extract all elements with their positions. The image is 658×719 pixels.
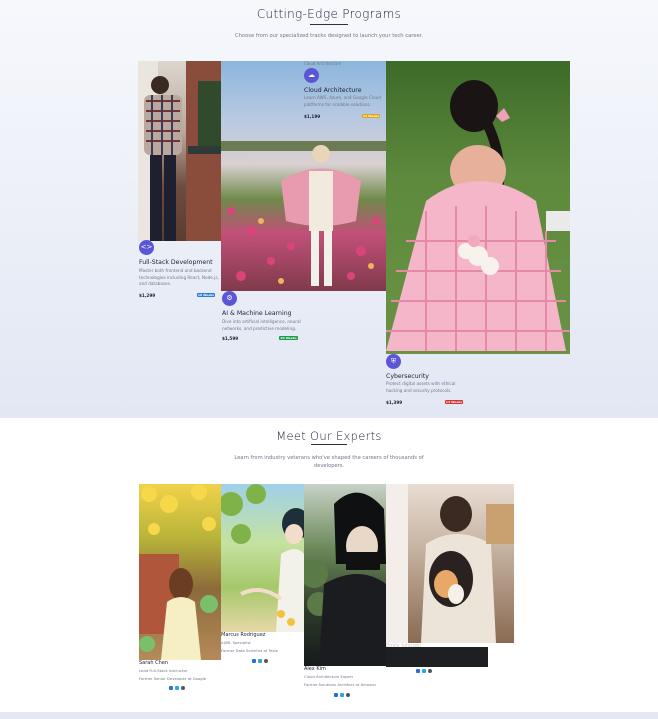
fullstack-course-image	[138, 61, 221, 241]
anime-character-illustration	[221, 484, 304, 632]
expert-role-sarah: Lead Full-Stack Instructor	[139, 668, 188, 673]
expert-name-alex: Alex Kim	[304, 666, 326, 672]
cloud-course-image-alt: Cloud Architecture	[304, 61, 342, 66]
expert-role-alex: Cloud Architecture Expert	[304, 674, 353, 679]
expert-role-marcus: AI/ML Specialist	[221, 640, 251, 645]
github-icon[interactable]	[346, 693, 350, 697]
linkedin-icon[interactable]	[169, 686, 173, 690]
programs-subtitle: Choose from our specialized tracks desig…	[235, 33, 423, 39]
course-desc-cyber: Protect digital assets with ethical hack…	[386, 381, 456, 393]
course-desc-cloud: Learn AWS, Azure, and Google Cloud platf…	[304, 95, 381, 107]
expert-photo-alex	[304, 484, 386, 666]
course-price-cyber: $1,399	[386, 400, 403, 405]
footer-strip	[0, 712, 658, 719]
duration-badge-fullstack: 16 Weeks	[197, 293, 215, 297]
course-title-fullstack: Full-Stack Development	[139, 259, 213, 266]
twitter-icon[interactable]	[258, 659, 262, 663]
developer-photo-illustration	[138, 61, 221, 241]
linkedin-icon[interactable]	[252, 659, 256, 663]
course-title-ai: AI & Machine Learning	[222, 310, 292, 317]
expert-photo-sarah	[139, 484, 221, 660]
cyber-course-image	[386, 61, 570, 354]
experts-title: Meet Our Experts	[276, 429, 382, 443]
course-title-cloud: Cloud Architecture	[304, 87, 362, 94]
experts-subtitle: Learn from industry veterans who've shap…	[234, 455, 424, 469]
expert-photo-emily-overflow	[386, 647, 488, 667]
twitter-icon[interactable]	[175, 686, 179, 690]
duration-badge-ai: 20 Weeks	[279, 336, 298, 340]
linkedin-icon[interactable]	[334, 693, 338, 697]
expert-photo-emily	[386, 484, 514, 643]
woman-holding-cat-photo-illustration	[386, 484, 514, 643]
experts-title-underline	[311, 444, 347, 445]
duration-badge-cyber: 14 Weeks	[445, 400, 463, 404]
expert-exp-sarah: Former Senior Developer at Google	[139, 676, 207, 681]
linkedin-icon[interactable]	[416, 669, 420, 673]
girl-in-garden-illustration	[139, 484, 218, 660]
twitter-icon[interactable]	[422, 669, 426, 673]
shield-icon: ⛨	[386, 354, 401, 369]
course-title-cyber: Cybersecurity	[386, 373, 429, 380]
socials-sarah	[169, 686, 185, 691]
course-price-fullstack: $1,299	[139, 293, 156, 298]
expert-name-sarah: Sarah Chen	[139, 660, 169, 666]
twitter-icon[interactable]	[340, 693, 344, 697]
socials-alex	[334, 693, 350, 698]
expert-name-marcus: Marcus Rodriguez	[221, 632, 266, 638]
programs-title: Cutting-Edge Programs	[256, 7, 402, 21]
robot-icon: ⚙	[222, 291, 237, 306]
course-price-cloud: $1,199	[304, 114, 321, 119]
code-icon: <>	[139, 240, 154, 255]
course-desc-fullstack: Master both frontend and backend technol…	[139, 268, 219, 286]
masked-anime-character-illustration	[304, 492, 386, 666]
cloud-icon: ☁	[304, 68, 319, 83]
socials-marcus	[252, 659, 268, 664]
programs-title-underline	[310, 24, 348, 25]
course-desc-ai: Dive into artificial intelligence, neura…	[222, 319, 301, 331]
woman-in-pink-dress-photo-illustration	[386, 80, 570, 351]
expert-exp-marcus: Former Data Scientist at Tesla	[221, 648, 278, 653]
github-icon[interactable]	[264, 659, 268, 663]
programs-section: Cutting-Edge Programs Choose from our sp…	[0, 0, 658, 418]
github-icon[interactable]	[181, 686, 185, 690]
expert-exp-alex: Former Solutions Architect at Amazon	[304, 682, 376, 687]
github-icon[interactable]	[428, 669, 432, 673]
duration-badge-cloud: 12 Weeks	[362, 114, 380, 118]
course-price-ai: $1,599	[222, 336, 239, 341]
experts-section: Meet Our Experts Learn from industry vet…	[0, 418, 658, 712]
socials-emily	[416, 669, 432, 674]
expert-photo-marcus	[221, 484, 304, 632]
